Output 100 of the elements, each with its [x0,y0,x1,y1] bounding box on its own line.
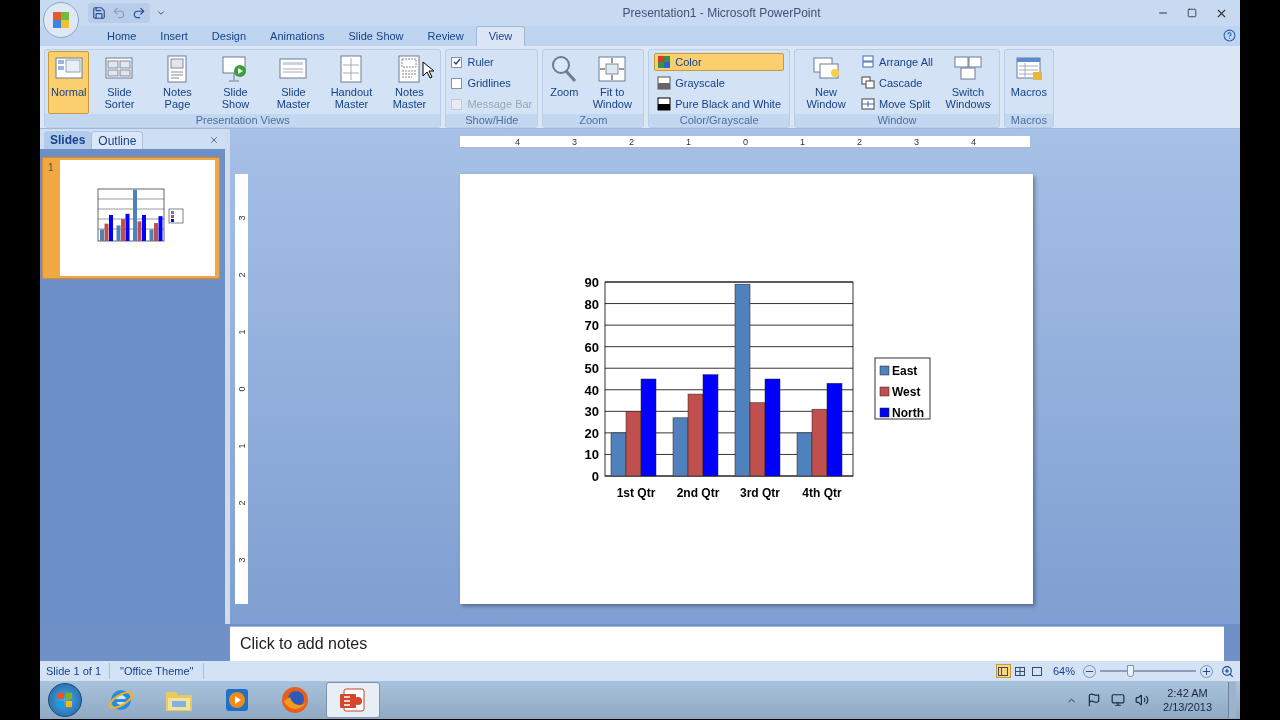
axis-label: 70 [584,318,599,334]
checkbox[interactable] [451,77,463,89]
ruler-number: 3 [236,557,247,562]
checkbox[interactable] [451,56,463,68]
help-icon[interactable] [1223,29,1236,42]
arrange-windows-icon [861,55,876,69]
ribbon-button[interactable]: Switch Windows [939,51,996,114]
save-icon[interactable] [92,6,106,20]
ruler-number: 1 [236,443,247,448]
ruler-number: 0 [236,386,247,391]
fox-globe-icon [280,685,310,715]
axis-label: 0 [591,469,599,484]
ribbon-small-button[interactable]: Move Split [858,95,936,113]
ribbon-small-button[interactable]: Grayscale [654,74,785,92]
ribbon-button[interactable]: Slide Master [265,51,322,114]
ruler-number: 0 [742,136,749,147]
split-window-icon [861,97,876,111]
ribbon-tab[interactable]: View [475,26,526,46]
axis-label: 80 [584,296,599,312]
checkbox-row[interactable]: Gridlines [451,74,533,92]
clock[interactable]: 2:42 AM 2/13/2013 [1163,686,1212,714]
axis-label: 3rd Qtr [740,486,780,500]
flag-icon[interactable] [1087,693,1102,707]
ruler-number: 1 [236,329,247,334]
ruler-number: 4 [970,136,977,147]
group-label: Show/Hide [446,114,538,127]
notes-field[interactable]: Click to add notes [230,626,1224,661]
ribbon-small-button[interactable]: Color [654,53,785,71]
group-label: Presentation Views [45,114,441,127]
ribbon-small-button[interactable]: Arrange All [858,53,936,71]
group-label: Color/Grayscale [649,114,790,127]
notes-placeholder: Click to add notes [240,634,368,654]
zoom-slider-thumb[interactable] [1127,665,1134,677]
windows-logo-icon [57,692,73,708]
group-label: Window [795,114,999,127]
ruler-number: 3 [913,136,920,147]
ribbon-button[interactable]: Macros [1007,51,1050,114]
axis-label: 4th Qtr [802,486,842,500]
ribbon-button[interactable]: Slide Show [207,51,264,114]
ribbon-button[interactable]: Normal [48,51,90,114]
ribbon-tab[interactable]: Animations [258,26,337,46]
slide-thumbnail[interactable] [60,160,215,276]
ribbon-small-button[interactable]: Pure Black and White [654,95,785,113]
theme-name: "Office Theme" [110,662,205,680]
color-swatch-icon [657,55,672,69]
presentation-app-icon [338,686,368,714]
ribbon-tab[interactable]: Slide Show [336,26,416,46]
zoom-level: 64% [1052,663,1075,679]
slide-count: Slide 1 of 1 [46,662,111,680]
office-logo-icon [51,10,71,30]
view-button[interactable] [995,664,1011,678]
customize-caret-icon[interactable] [156,8,166,18]
start-button[interactable] [48,683,82,717]
axis-label: 1st Qtr [616,486,656,500]
view-button[interactable] [1029,664,1045,678]
ruler-number: 4 [514,136,521,147]
ribbon-tab[interactable]: Insert [148,26,200,46]
view-icon [998,666,1009,676]
slide-thumbnail-row[interactable]: 1 [42,157,220,279]
axis-label: 20 [584,425,599,441]
ribbon-button[interactable]: Fit to Window [584,51,641,114]
ribbon-button[interactable]: Slide Sorter [91,51,148,114]
taskbar-button[interactable] [326,682,380,718]
axis-label: 60 [584,339,599,355]
axis-label: 30 [584,404,599,420]
redo-icon[interactable] [132,6,146,20]
pane-tab[interactable]: Slides [44,131,92,149]
legend-label: East [892,364,918,378]
ribbon-button[interactable]: Notes Page [149,51,206,114]
ribbon-tab[interactable]: Review [415,26,476,46]
pane-tab[interactable]: Outline [91,131,144,149]
axis-label: 2nd Qtr [676,486,720,500]
group-label: Zoom [543,114,644,127]
view-icon [1032,666,1043,676]
legend-label: North [892,406,924,420]
checkbox-row[interactable]: Ruler [451,53,533,71]
axis-label: 40 [584,382,599,398]
grayscale-swatch-icon [657,76,672,90]
ribbon-button[interactable]: New Window [798,51,855,114]
fit-slide-icon[interactable] [1221,664,1234,678]
group-label: Macros [1004,114,1053,127]
ruler-number: 2 [236,500,247,505]
restore-icon[interactable] [1187,8,1197,18]
network-icon[interactable] [1111,693,1126,707]
ribbon-button[interactable]: Zoom [546,51,583,114]
slide-number: 1 [48,161,55,175]
view-icon [1015,666,1026,676]
fit-to-window-icon [597,54,628,84]
ribbon-button[interactable]: Handout Master [323,51,380,114]
ruler-number: 2 [856,136,863,147]
view-button[interactable] [1012,664,1028,678]
ribbon-small-button[interactable]: Cascade [858,74,936,92]
ribbon-tab[interactable]: Design [199,26,259,46]
axis-label: 10 [584,447,599,463]
ruler-number: 1 [799,136,806,147]
ruler-number: 2 [628,136,635,147]
volume-icon[interactable] [1135,693,1150,707]
window-title: Presentation1 - Microsoft PowerPoint [622,5,821,22]
ribbon-tab[interactable]: Home [95,26,149,46]
ruler-number: 3 [571,136,578,147]
